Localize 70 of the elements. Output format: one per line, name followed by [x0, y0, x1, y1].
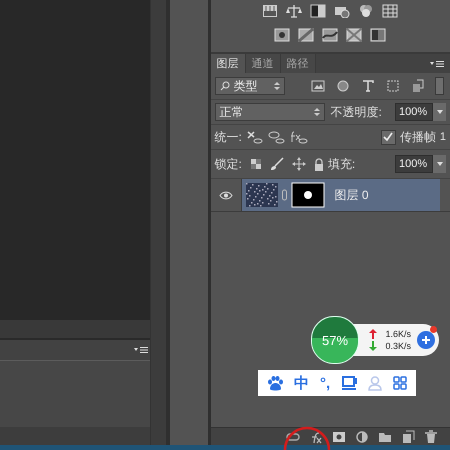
unify-position-icon[interactable] — [246, 130, 264, 144]
cup-icon[interactable] — [340, 376, 357, 390]
grid-menu-icon[interactable] — [392, 376, 407, 390]
panel-menu-icon[interactable] — [134, 346, 148, 354]
panel-tab[interactable]: 通道 — [246, 54, 281, 73]
circle-filter-icon[interactable] — [336, 79, 350, 93]
propagate-label: 传播帧 — [400, 128, 436, 146]
opacity-slider-button[interactable] — [433, 103, 446, 121]
eye-icon — [218, 190, 233, 200]
download-speed: 0.3K/s — [385, 341, 411, 351]
layer-mask-icon — [290, 182, 325, 208]
download-arrow-icon — [369, 341, 378, 351]
stepper-icon — [314, 107, 320, 117]
panel-tab[interactable]: 路径 — [280, 54, 316, 73]
caret-icon — [436, 162, 442, 166]
trash-icon[interactable] — [424, 430, 438, 444]
upload-arrow-icon — [369, 329, 378, 339]
wave-icon[interactable] — [322, 28, 338, 42]
text-filter-icon[interactable] — [360, 79, 375, 93]
upload-speed: 1.6K/s — [385, 329, 411, 339]
fill-slider-button[interactable] — [433, 155, 446, 173]
ime-mode-button[interactable]: °, — [320, 374, 330, 392]
smart-object-filter-icon[interactable] — [410, 79, 425, 93]
opacity-label: 不透明度: — [330, 104, 382, 120]
brush-icon[interactable] — [270, 157, 284, 171]
fade-icon[interactable] — [370, 28, 386, 42]
ime-mode-button[interactable]: 中 — [294, 374, 310, 392]
layer-thumbnail-icon — [246, 183, 278, 207]
grid-icon[interactable] — [382, 4, 398, 18]
adjustment-icon[interactable] — [355, 430, 369, 444]
mask-icon[interactable] — [332, 430, 346, 444]
stepper-icon — [274, 81, 280, 91]
cross-icon[interactable] — [346, 28, 362, 42]
chain-link-icon — [282, 189, 287, 201]
layer-row[interactable]: 图层 0 — [242, 179, 440, 211]
caret-icon — [436, 110, 442, 114]
invert-icon[interactable] — [274, 28, 290, 42]
search-icon — [220, 81, 230, 91]
blend-mode-dropdown[interactable]: 正常 — [214, 103, 325, 121]
filter-dropdown[interactable]: 类型 — [214, 77, 285, 95]
panel-menu-icon[interactable] — [430, 60, 444, 68]
image-filter-icon[interactable] — [310, 79, 325, 93]
fx-icon[interactable] — [309, 430, 323, 444]
filter-toggle[interactable] — [435, 77, 444, 95]
lock-icon[interactable] — [314, 158, 324, 170]
fill-label: 填充: — [328, 156, 356, 172]
shape-filter-icon[interactable] — [386, 79, 400, 93]
check-icon — [383, 132, 394, 142]
fill-field[interactable]: 100% — [395, 155, 433, 173]
unify-label: 统一: — [214, 128, 242, 146]
unify-visibility-icon[interactable] — [268, 130, 286, 144]
scale-icon[interactable] — [286, 4, 302, 18]
memory-percent: 57% — [322, 332, 348, 348]
frame-number: 1 — [440, 131, 446, 143]
gradient-icon[interactable] — [298, 28, 314, 42]
lock-transparency-icon[interactable] — [250, 158, 262, 170]
color-balls-icon[interactable] — [358, 4, 374, 18]
add-button[interactable] — [417, 331, 435, 349]
notification-dot — [430, 326, 437, 333]
unify-style-icon[interactable] — [290, 130, 308, 144]
propagate-checkbox[interactable] — [380, 130, 396, 144]
move-icon[interactable] — [292, 157, 306, 171]
new-layer-icon[interactable] — [401, 430, 415, 444]
contrast-icon[interactable] — [310, 4, 326, 18]
lock-label: 锁定: — [214, 156, 242, 172]
plus-icon — [421, 335, 431, 345]
levels-icon[interactable] — [262, 4, 278, 18]
paw-icon[interactable] — [267, 376, 284, 390]
panel-tab[interactable]: 图层 — [210, 54, 246, 73]
opacity-field[interactable]: 100% — [395, 103, 433, 121]
